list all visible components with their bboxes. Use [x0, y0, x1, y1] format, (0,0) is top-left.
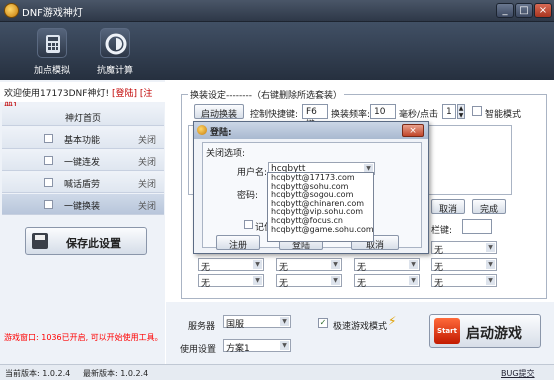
server-label: 服务器	[188, 322, 216, 332]
toolbar-addpoint-button[interactable]: 加点模拟	[30, 22, 74, 78]
status-bar: 当前版本: 1.0.2.4 最新版本: 1.0.2.4 BUG提交	[0, 364, 554, 380]
bar-key-input[interactable]	[462, 219, 492, 234]
sidebar-item-home[interactable]: 神灯首页	[2, 106, 164, 126]
close-options-label: 关闭选项:	[206, 149, 246, 159]
dialog-title: 登陆:	[210, 128, 232, 138]
use-setting-select[interactable]: 方案1	[223, 339, 291, 354]
title-bar: DNF游戏神灯 _ □ ×	[0, 0, 554, 22]
latest-version: 最新版本: 1.0.2.4	[82, 369, 149, 378]
checkbox[interactable]	[44, 134, 53, 143]
start-game-button[interactable]: Start 启动游戏	[429, 314, 541, 348]
login-link[interactable]: [登陆]	[112, 89, 137, 99]
slot-select[interactable]: 无	[354, 258, 420, 273]
swap-group-label: 换装设定--------（右键删除所选套装）	[188, 88, 344, 101]
freq-input[interactable]: 10	[370, 104, 396, 119]
slot-select[interactable]: 无	[276, 258, 342, 273]
slot-select[interactable]: 无	[354, 274, 420, 289]
sidebar-item-swap[interactable]: 一键换装 关闭	[2, 194, 164, 215]
welcome-text: 欢迎使用17173DNF神灯!	[4, 89, 110, 99]
smart-mode-checkbox[interactable]	[472, 106, 482, 116]
checkbox[interactable]	[44, 200, 53, 209]
sidebar-item-label: 一键换装	[64, 202, 101, 212]
toolbar: 加点模拟 抗魔计算	[0, 22, 554, 80]
dialog-title-bar: 登陆:	[194, 122, 428, 139]
username-dropdown-list: hcqbytt@17173.com hcqbytt@sohu.com hcqby…	[267, 172, 374, 242]
dropdown-option[interactable]: hcqbytt@game.sohu.com	[271, 225, 374, 235]
sidebar-item-state: 关闭	[138, 180, 157, 190]
freq-label: 换装频率:	[331, 110, 371, 120]
sidebar-item-state: 关闭	[138, 136, 157, 146]
freq-unit-label: 毫秒/点击	[399, 110, 439, 120]
game-status-message: 游戏窗口: 1036已开启, 可以开始使用工具。	[4, 333, 163, 342]
save-settings-button[interactable]: 保存此设置	[25, 227, 147, 255]
bar-key-label: 栏键:	[431, 226, 453, 236]
toolbar-label: 加点模拟	[33, 66, 70, 76]
register-button[interactable]: 注册	[216, 235, 260, 251]
app-logo-icon	[4, 3, 19, 18]
minimize-button[interactable]: _	[496, 3, 514, 18]
slot-select[interactable]: 无	[431, 241, 497, 256]
toolbar-label: 抗魔计算	[96, 66, 133, 76]
checkbox[interactable]	[44, 156, 53, 165]
slot-select[interactable]: 无	[198, 274, 264, 289]
slot-select[interactable]: 无	[198, 258, 264, 273]
sidebar-item-shout[interactable]: 喊话盾劳 关闭	[2, 172, 164, 193]
server-select[interactable]: 国服	[223, 315, 291, 330]
slot-select[interactable]: 无	[431, 258, 497, 273]
floppy-disk-icon	[32, 233, 48, 249]
save-label: 保存此设置	[66, 237, 121, 250]
dialog-close-button[interactable]: ×	[402, 124, 424, 137]
maximize-button[interactable]: □	[515, 3, 533, 18]
start-game-label: 启动游戏	[466, 326, 522, 342]
done-swap-button[interactable]: 完成	[472, 199, 506, 215]
password-label: 密码:	[237, 191, 259, 201]
welcome-bar: 欢迎使用17173DNF神灯! [登陆] [注册]	[0, 82, 165, 112]
sidebar-item-label: 基本功能	[64, 136, 101, 146]
sidebar-item-state: 关闭	[138, 202, 157, 212]
bug-report-link[interactable]: BUG提交	[501, 368, 535, 379]
sidebar-item-burst[interactable]: 一键连发 关闭	[2, 150, 164, 171]
sidebar-item-state: 关闭	[138, 158, 157, 168]
dialog-logo-icon	[197, 125, 207, 135]
toolbar-resist-button[interactable]: 抗魔计算	[93, 22, 137, 78]
smart-mode-label: 智能模式	[485, 110, 522, 120]
step-spinner[interactable]: ▲ ▼	[457, 104, 465, 119]
fast-mode-label: 极速游戏模式	[333, 322, 388, 332]
calculator-icon	[37, 28, 67, 58]
step-input[interactable]: 1	[442, 104, 456, 119]
slot-select[interactable]: 无	[431, 274, 497, 289]
fast-mode-checkbox[interactable]: ✓	[318, 318, 328, 328]
remember-checkbox[interactable]	[244, 220, 253, 229]
slot-select[interactable]: 无	[276, 274, 342, 289]
start-swap-button[interactable]: 启动换装	[194, 104, 244, 120]
current-version: 当前版本: 1.0.2.4	[5, 369, 71, 378]
checkbox[interactable]	[44, 178, 53, 187]
sidebar-item-basic[interactable]: 基本功能 关闭	[2, 128, 164, 149]
hotkey-input[interactable]: F6键	[302, 104, 328, 130]
cancel-swap-button[interactable]: 取消	[431, 199, 465, 215]
username-label: 用户名:	[237, 168, 268, 178]
hotkey-label: 控制快捷键:	[250, 110, 299, 120]
lightning-icon: ⚡	[388, 314, 397, 328]
swirl-icon	[100, 28, 130, 58]
window-title: DNF游戏神灯	[22, 8, 83, 19]
sidebar-item-label: 喊话盾劳	[64, 180, 101, 190]
close-button[interactable]: ×	[534, 3, 552, 18]
sidebar-item-label: 一键连发	[64, 158, 101, 168]
use-setting-label: 使用设置	[180, 345, 217, 355]
start-badge-icon: Start	[434, 318, 460, 344]
